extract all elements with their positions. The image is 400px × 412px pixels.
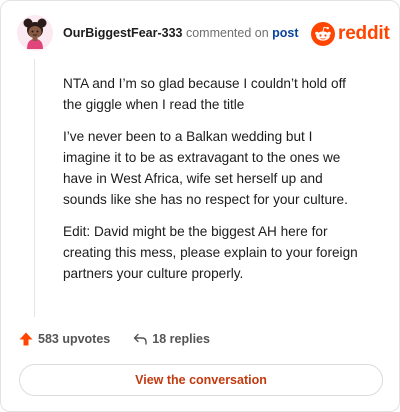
reply-count: 18 replies xyxy=(152,332,210,346)
replies-button[interactable]: 18 replies xyxy=(132,331,210,347)
commented-on-text: commented on xyxy=(185,26,269,40)
comment-body: NTA and I’m so glad because I couldn’t h… xyxy=(63,73,363,295)
comment-header: OurBiggestFear-333 commented on post xyxy=(63,26,299,40)
comment-paragraph: Edit: David might be the biggest AH here… xyxy=(63,224,358,281)
view-conversation-button[interactable]: View the conversation xyxy=(19,364,383,396)
upvote-count: 583 upvotes xyxy=(38,332,111,346)
reddit-snoo-icon xyxy=(311,22,335,46)
upvote-arrow-icon xyxy=(19,332,33,346)
upvote-button[interactable]: 583 upvotes xyxy=(18,331,110,347)
reply-arrow-icon xyxy=(134,333,147,345)
comment-paragraph: NTA and I’m so glad because I couldn’t h… xyxy=(63,76,346,112)
thread-line xyxy=(34,59,35,317)
user-avatar[interactable] xyxy=(17,15,53,51)
reddit-wordmark: reddit xyxy=(338,23,390,44)
username-link[interactable]: OurBiggestFear-333 xyxy=(63,26,182,40)
comment-actions: 583 upvotes 18 replies xyxy=(18,331,210,347)
avatar-illustration-icon xyxy=(17,15,53,51)
post-link[interactable]: post xyxy=(272,26,298,40)
comment-paragraph: I’ve never been to a Balkan wedding but … xyxy=(63,129,348,207)
embedded-comment-card: OurBiggestFear-333 commented on post red… xyxy=(0,0,400,412)
reddit-logo[interactable]: reddit xyxy=(311,22,390,46)
